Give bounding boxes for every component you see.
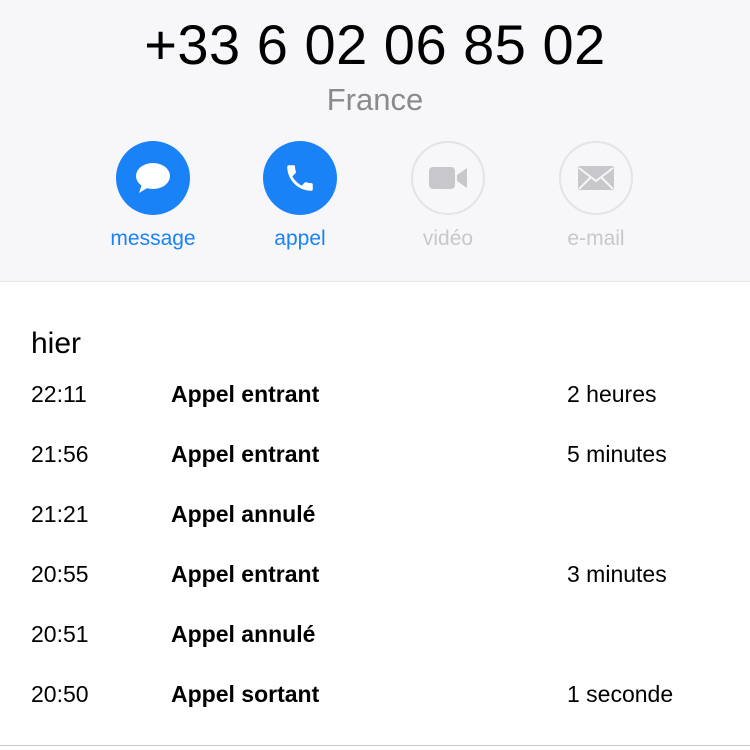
call-time: 20:51 bbox=[31, 621, 89, 647]
bottom-divider bbox=[0, 745, 750, 746]
call-time: 21:56 bbox=[31, 441, 89, 467]
contact-header: +33 6 02 06 85 02 France message appel v… bbox=[0, 0, 750, 282]
message-button[interactable]: message bbox=[83, 141, 223, 251]
country-label: France bbox=[326, 82, 424, 117]
video-circle[interactable] bbox=[411, 141, 485, 215]
call-row: 20:51 Appel annulé bbox=[0, 607, 750, 667]
call-type: Appel entrant bbox=[171, 441, 320, 467]
call-duration: 3 minutes bbox=[567, 561, 667, 587]
call-time: 20:55 bbox=[31, 561, 89, 587]
call-row: 20:55 Appel entrant 3 minutes bbox=[0, 547, 750, 607]
video-label: vidéo bbox=[422, 227, 474, 250]
call-row: 21:21 Appel annulé bbox=[0, 487, 750, 547]
call-duration: 2 heures bbox=[567, 381, 657, 407]
envelope-icon bbox=[578, 166, 614, 190]
call-row: 22:11 Appel entrant 2 heures bbox=[0, 367, 750, 427]
call-button[interactable]: appel bbox=[230, 141, 370, 251]
video-button[interactable]: vidéo bbox=[378, 141, 518, 251]
message-bubble-icon bbox=[136, 163, 170, 193]
call-type: Appel sortant bbox=[171, 681, 320, 707]
call-time: 20:50 bbox=[31, 681, 89, 707]
call-row: 20:50 Appel sortant 1 seconde bbox=[0, 667, 750, 727]
email-button[interactable]: e-mail bbox=[526, 141, 666, 251]
message-label: message bbox=[110, 227, 196, 250]
section-title-yesterday: hier bbox=[31, 327, 82, 360]
call-type: Appel annulé bbox=[171, 621, 316, 647]
call-duration: 1 seconde bbox=[567, 681, 674, 707]
video-camera-icon bbox=[429, 167, 467, 189]
call-label: appel bbox=[274, 227, 326, 250]
phone-number[interactable]: +33 6 02 06 85 02 bbox=[0, 12, 750, 77]
call-row: 21:56 Appel entrant 5 minutes bbox=[0, 427, 750, 487]
phone-icon bbox=[287, 165, 313, 191]
call-type: Appel entrant bbox=[171, 561, 320, 587]
call-history-list: 22:11 Appel entrant 2 heures 21:56 Appel… bbox=[0, 367, 750, 727]
call-time: 21:21 bbox=[31, 501, 89, 527]
call-time: 22:11 bbox=[31, 381, 87, 407]
call-circle[interactable] bbox=[263, 141, 337, 215]
email-label: e-mail bbox=[567, 227, 625, 250]
call-type: Appel entrant bbox=[171, 381, 320, 407]
email-circle[interactable] bbox=[559, 141, 633, 215]
call-duration: 5 minutes bbox=[567, 441, 667, 467]
message-circle[interactable] bbox=[116, 141, 190, 215]
call-type: Appel annulé bbox=[171, 501, 316, 527]
